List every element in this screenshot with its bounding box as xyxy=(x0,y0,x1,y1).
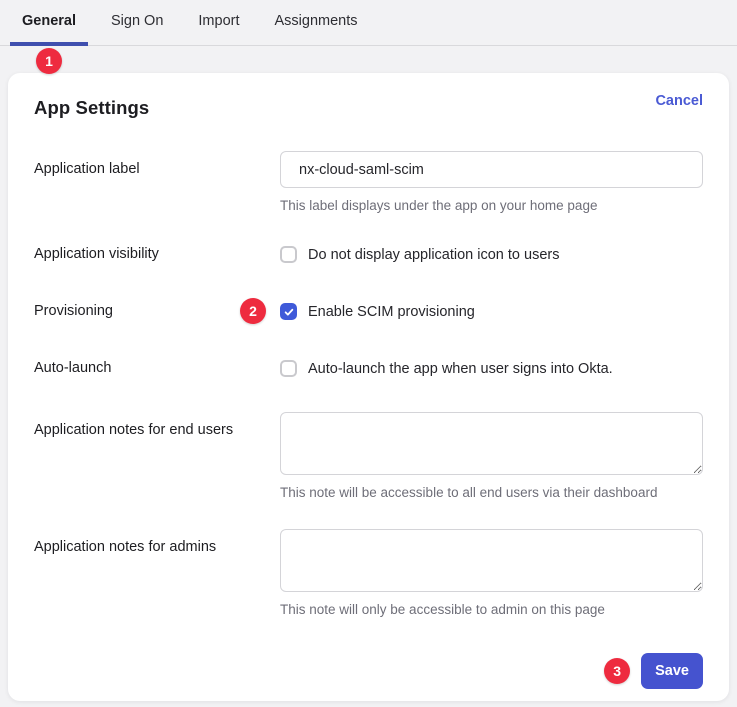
notes-admins-control: This note will only be accessible to adm… xyxy=(280,529,703,619)
card-footer: 3 Save xyxy=(34,653,703,689)
auto-launch-checkbox-label: Auto-launch the app when user signs into… xyxy=(308,361,613,377)
scim-provisioning-checkbox[interactable] xyxy=(280,303,297,320)
notes-end-users-label: Application notes for end users xyxy=(34,412,280,439)
tab-sign-on[interactable]: Sign On xyxy=(99,0,175,46)
page-title: App Settings xyxy=(34,97,149,119)
tab-import[interactable]: Import xyxy=(186,0,251,46)
app-settings-panel: App Settings Cancel Application label Th… xyxy=(8,73,729,701)
application-visibility-control: Do not display application icon to users xyxy=(280,245,703,265)
save-button[interactable]: Save xyxy=(641,653,703,689)
notes-end-users-row: Application notes for end users This not… xyxy=(34,412,703,502)
checkmark-icon xyxy=(283,306,295,318)
application-label-control: This label displays under the app on you… xyxy=(280,151,703,215)
notes-admins-label: Application notes for admins xyxy=(34,529,280,556)
provisioning-row: Provisioning 2 Enable SCIM provisioning xyxy=(34,302,703,322)
scim-provisioning-checkbox-label: Enable SCIM provisioning xyxy=(308,304,475,320)
card-header: App Settings Cancel xyxy=(34,97,703,119)
application-visibility-row: Application visibility Do not display ap… xyxy=(34,245,703,265)
tab-bar: General Sign On Import Assignments xyxy=(0,0,737,46)
tab-assignments[interactable]: Assignments xyxy=(263,0,370,46)
application-visibility-label: Application visibility xyxy=(34,245,280,263)
application-label-input[interactable] xyxy=(280,151,703,188)
auto-launch-checkbox[interactable] xyxy=(280,360,297,377)
application-label-row: Application label This label displays un… xyxy=(34,151,703,215)
application-label-help: This label displays under the app on you… xyxy=(280,198,703,215)
application-label-label: Application label xyxy=(34,151,280,178)
tab-general[interactable]: General xyxy=(10,0,88,46)
visibility-checkbox[interactable] xyxy=(280,246,297,263)
auto-launch-row: Auto-launch Auto-launch the app when use… xyxy=(34,359,703,379)
notes-admins-row: Application notes for admins This note w… xyxy=(34,529,703,619)
auto-launch-control: Auto-launch the app when user signs into… xyxy=(280,359,703,379)
notes-end-users-control: This note will be accessible to all end … xyxy=(280,412,703,502)
provisioning-control: 2 Enable SCIM provisioning xyxy=(280,302,703,322)
cancel-link[interactable]: Cancel xyxy=(655,93,703,109)
auto-launch-label: Auto-launch xyxy=(34,359,280,377)
notes-admins-help: This note will only be accessible to adm… xyxy=(280,602,703,619)
step-badge-2: 2 xyxy=(240,298,266,324)
notes-admins-textarea[interactable] xyxy=(280,529,703,592)
step-badge-1: 1 xyxy=(36,48,62,74)
notes-end-users-textarea[interactable] xyxy=(280,412,703,475)
visibility-checkbox-label: Do not display application icon to users xyxy=(308,247,559,263)
notes-end-users-help: This note will be accessible to all end … xyxy=(280,485,703,502)
step-badge-3: 3 xyxy=(604,658,630,684)
